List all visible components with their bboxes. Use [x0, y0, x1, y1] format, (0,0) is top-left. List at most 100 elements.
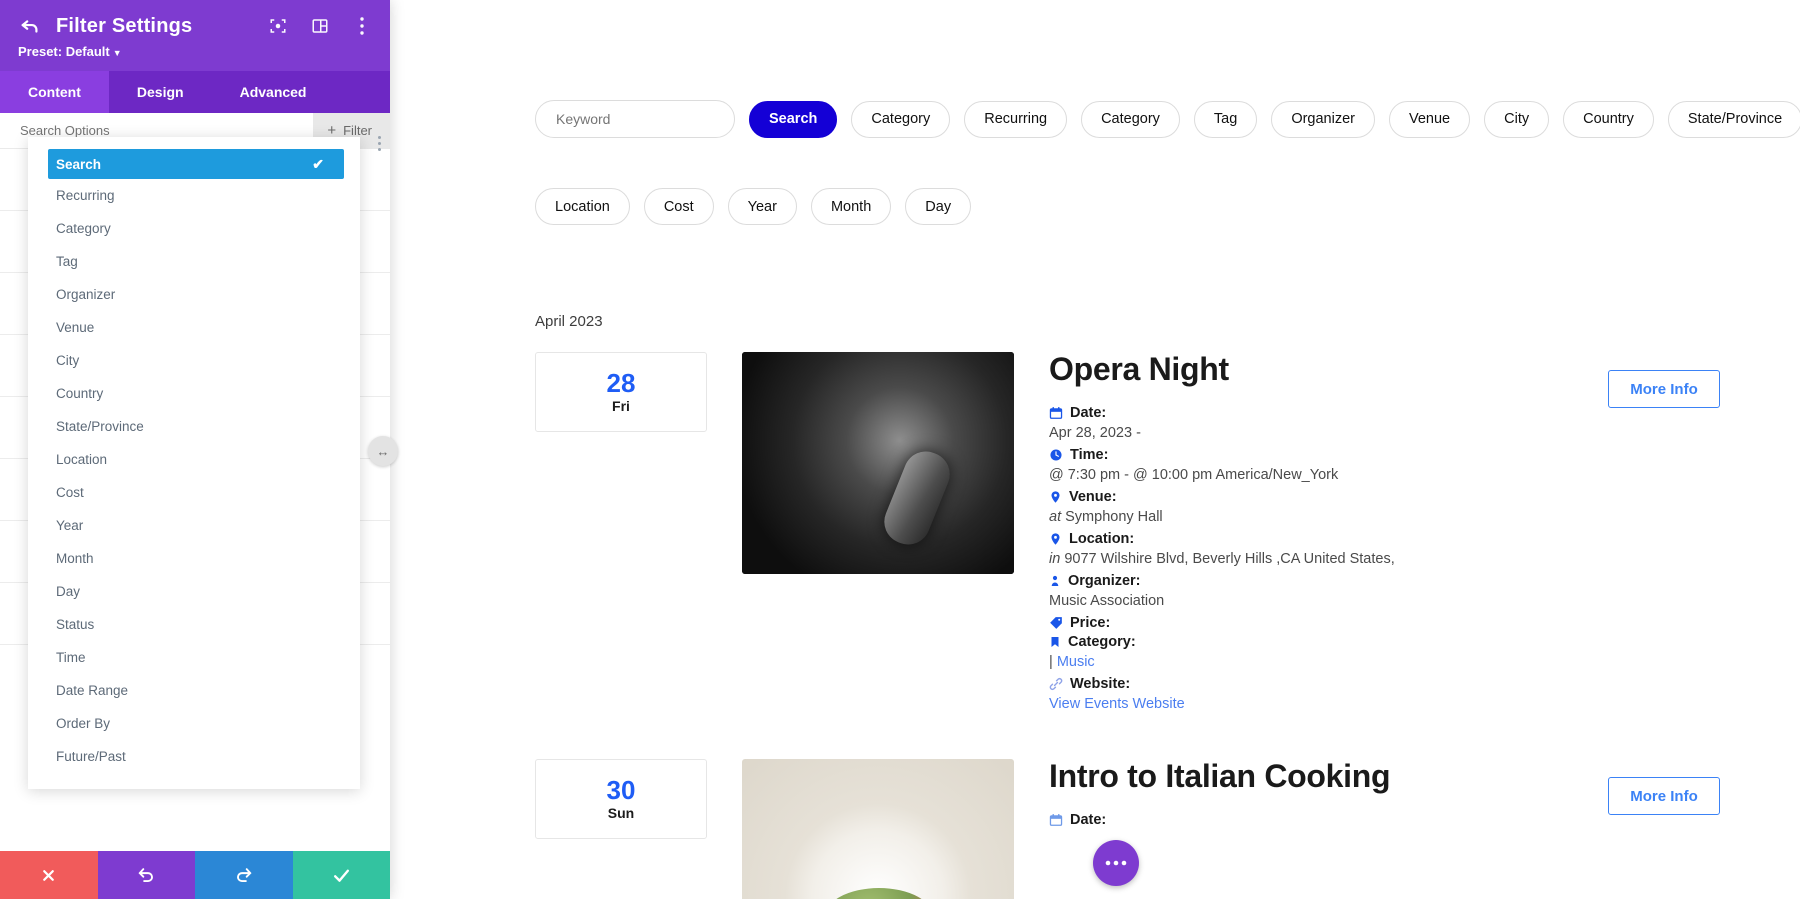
panel-header: Filter Settings Preset: Default ▼ [0, 0, 390, 71]
focus-icon[interactable] [268, 16, 288, 36]
panel-footer-actions [0, 851, 390, 899]
tab-advanced[interactable]: Advanced [212, 71, 335, 113]
filter-pill-organizer[interactable]: Organizer [1271, 100, 1375, 138]
event-title[interactable]: Intro to Italian Cooking [1049, 759, 1592, 794]
event-thumbnail[interactable] [742, 352, 1014, 574]
dropdown-item-date-range[interactable]: Date Range [28, 674, 360, 707]
preset-selector[interactable]: Preset: Default ▼ [18, 44, 372, 59]
dropdown-item-category[interactable]: Category [28, 212, 360, 245]
filter-pill-year[interactable]: Year [727, 188, 797, 225]
dropdown-item-location[interactable]: Location [28, 443, 360, 476]
option-row-kebab-icon[interactable] [377, 135, 382, 152]
dropdown-item-city[interactable]: City [28, 344, 360, 377]
kebab-menu-icon[interactable] [352, 16, 372, 36]
dropdown-item-venue[interactable]: Venue [28, 311, 360, 344]
filter-pill-month[interactable]: Month [810, 188, 892, 225]
event-meta-venue-value: at Symphony Hall [1049, 507, 1592, 528]
filter-pill-recurring[interactable]: Recurring [964, 100, 1068, 138]
event-details: Opera Night Date: Apr 28, 2023 - Time: @ [1049, 351, 1592, 715]
more-info-button-1[interactable]: More Info [1608, 370, 1720, 408]
preset-label: Preset: Default [18, 44, 110, 59]
more-info-button-2[interactable]: More Info [1608, 777, 1720, 816]
redo-button[interactable] [195, 851, 293, 899]
event-day-number: 28 [606, 368, 636, 398]
dropdown-item-day[interactable]: Day [28, 575, 360, 608]
filter-pill-category-1[interactable]: Category [851, 100, 951, 138]
filter-pill-search[interactable]: Search [749, 100, 838, 138]
category-link-music[interactable]: Music [1057, 654, 1095, 670]
event-date-box: 30 Sun [535, 759, 707, 840]
panel-body: + Filter Search ✔ R [0, 112, 390, 851]
plus-icon: + [327, 122, 337, 139]
filter-pill-location[interactable]: Location [535, 188, 630, 225]
dropdown-item-month[interactable]: Month [28, 542, 360, 575]
filter-pill-country[interactable]: Country [1563, 100, 1654, 138]
price-tag-icon [1050, 617, 1062, 630]
event-meta-date-label: Date: [1049, 405, 1592, 421]
link-icon [1049, 678, 1063, 691]
event-meta-time-value: @ 7:30 pm - @ 10:00 pm America/New_York [1049, 467, 1339, 484]
month-heading: April 2023 [535, 313, 603, 330]
filter-pill-city[interactable]: City [1484, 100, 1550, 138]
pasta-plate-photo [742, 759, 1014, 899]
dropdown-item-cost[interactable]: Cost [28, 476, 360, 509]
event-day-of-week: Sun [607, 805, 635, 822]
cancel-button[interactable] [0, 851, 98, 899]
location-text: 9077 Wilshire Blvd, Beverly Hills ,CA Un… [1064, 551, 1395, 568]
dropdown-item-recurring[interactable]: Recurring [28, 179, 360, 212]
dropdown-item-time[interactable]: Time [28, 641, 360, 674]
save-button[interactable] [292, 851, 390, 899]
filter-options-dropdown: Search ✔ Recurring Category Tag Organize… [28, 137, 360, 789]
event-meta-website-label: Website: [1049, 676, 1592, 692]
event-meta-label-text: Date: [1070, 405, 1107, 422]
add-filter-label: Filter [343, 123, 372, 138]
filter-pill-row-1: Search Category Recurring Category Tag O… [535, 100, 1800, 138]
back-arrow-icon[interactable] [18, 14, 42, 38]
filter-pill-day[interactable]: Day [905, 188, 972, 225]
event-meta-label-text: Location: [1069, 531, 1135, 548]
page-title: Filter Settings [56, 14, 193, 37]
event-date-box: 28 Fri [535, 352, 707, 432]
event-meta-venue-label: Venue: [1049, 489, 1592, 505]
filter-pill-row-2: Location Cost Year Month Day [535, 188, 1800, 225]
clock-icon [1050, 449, 1062, 461]
venue-text: Symphony Hall [1065, 509, 1163, 526]
event-title[interactable]: Opera Night [1049, 351, 1592, 387]
dropdown-item-tag[interactable]: Tag [28, 245, 360, 278]
event-meta-label-text: Website: [1070, 676, 1131, 693]
dropdown-item-state-province[interactable]: State/Province [28, 410, 360, 443]
event-meta-organizer-value: Music Association [1049, 593, 1165, 610]
events-page: Search Category Recurring Category Tag O… [390, 0, 1800, 899]
search-options-input[interactable] [0, 123, 314, 138]
event-meta-website-value: View Events Website [1049, 694, 1592, 715]
view-events-website-link[interactable]: View Events Website [1049, 696, 1185, 712]
panel-resize-handle[interactable]: ↔ [368, 436, 398, 466]
event-thumbnail[interactable] [742, 759, 1014, 899]
floating-options-button[interactable] [1093, 840, 1139, 886]
dropdown-item-status[interactable]: Status [28, 608, 360, 641]
tab-design[interactable]: Design [109, 71, 212, 113]
dropdown-item-future-past[interactable]: Future/Past [28, 740, 360, 773]
dropdown-item-year[interactable]: Year [28, 509, 360, 542]
event-meta-label-text: Price: [1070, 615, 1111, 632]
tab-content[interactable]: Content [0, 71, 109, 113]
dropdown-item-label: Search [56, 156, 102, 172]
dropdown-item-search[interactable]: Search ✔ [48, 149, 344, 179]
layout-icon[interactable] [310, 16, 330, 36]
opera-singer-photo [742, 352, 1014, 574]
filter-pill-venue[interactable]: Venue [1388, 100, 1471, 138]
dropdown-item-country[interactable]: Country [28, 377, 360, 410]
filter-pill-tag[interactable]: Tag [1193, 100, 1258, 138]
category-separator: | [1049, 654, 1053, 671]
filter-pill-cost[interactable]: Cost [643, 188, 714, 225]
filter-pill-state-province[interactable]: State/Province [1667, 100, 1800, 138]
filter-bar: Search Category Recurring Category Tag O… [390, 0, 1800, 225]
dropdown-item-organizer[interactable]: Organizer [28, 278, 360, 311]
filter-pill-category-2[interactable]: Category [1081, 100, 1180, 138]
dropdown-item-order-by[interactable]: Order By [28, 707, 360, 740]
chevron-down-icon: ▼ [112, 48, 122, 58]
keyword-input[interactable] [535, 100, 735, 138]
check-icon: ✔ [312, 155, 324, 172]
event-meta-label-text: Time: [1070, 447, 1109, 464]
undo-button[interactable] [97, 851, 195, 899]
